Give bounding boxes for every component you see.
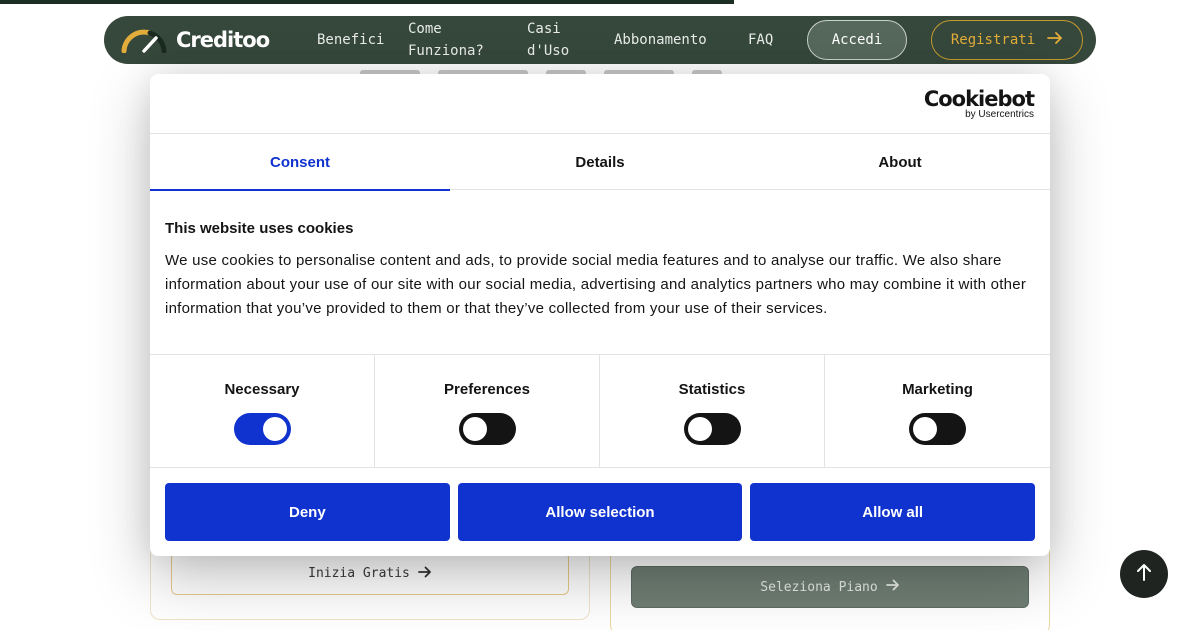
start-free-label: Inizia Gratis [308,566,410,581]
nav-benefici[interactable]: Benefici [317,16,384,64]
login-button-label: Accedi [831,32,883,48]
cookie-dialog-title: This website uses cookies [165,220,354,237]
deny-button[interactable]: Deny [165,483,450,541]
cookie-dialog-header: Cookiebot by Usercentrics [150,74,1050,134]
tab-details[interactable]: Details [450,134,750,190]
consent-level-label: Statistics [678,381,746,398]
consent-level-selector: Necessary Preferences Statistics Marketi… [150,354,1050,468]
allow-selection-button[interactable]: Allow selection [457,483,743,541]
consent-level-label: Necessary [224,381,300,398]
select-plan-button[interactable]: Seleziona Piano [631,566,1029,608]
toggle-knob [262,417,287,441]
consent-level-label: Marketing [902,381,973,398]
cookie-dialog-description: We use cookies to personalise content an… [165,252,1027,317]
arrow-up-icon [1136,563,1152,586]
consent-level-preferences: Preferences [375,355,600,468]
nav-abbonamento[interactable]: Abbonamento [614,16,707,64]
tab-consent[interactable]: Consent [150,134,450,191]
consent-level-statistics: Statistics [600,355,825,468]
arrow-right-icon [417,566,432,582]
cookiebot-logo-text: Cookiebot [923,87,1035,111]
register-button[interactable]: Registrati [931,20,1083,60]
brand-logo[interactable]: Creditoo [120,16,270,64]
cookiebot-logo: Cookiebot by Usercentrics [923,87,1035,120]
preferences-toggle[interactable] [458,413,516,445]
toggle-knob [913,417,937,441]
consent-level-marketing: Marketing [825,355,1050,468]
marketing-toggle[interactable] [909,413,966,445]
consent-level-necessary: Necessary [150,355,375,468]
statistics-toggle[interactable] [683,413,741,445]
cookie-dialog-actions: Deny Allow selection Allow all [165,483,1036,541]
tab-about[interactable]: About [750,134,1050,190]
nav-come-funziona[interactable]: Come Funziona? [408,16,500,64]
brand-name: Creditoo [176,28,270,52]
login-button[interactable]: Accedi [807,20,907,60]
register-button-label: Registrati [950,32,1036,48]
toggle-knob [462,417,487,441]
main-navbar: Creditoo Benefici Come Funziona? Casi d'… [104,16,1096,64]
page-progress-bar [0,0,734,4]
start-free-button[interactable]: Inizia Gratis [171,552,569,595]
nav-faq[interactable]: FAQ [748,16,773,64]
scroll-to-top-button[interactable] [1120,550,1168,598]
cookie-consent-dialog: Cookiebot by Usercentrics Consent Detail… [150,74,1050,556]
necessary-toggle[interactable] [233,413,291,445]
consent-level-label: Preferences [444,381,530,398]
toggle-knob [687,417,712,441]
nav-casi-uso[interactable]: Casi d'Uso [527,16,587,64]
cookie-dialog-tabs: Consent Details About [150,134,1050,191]
arrow-right-icon [885,579,900,595]
allow-all-button[interactable]: Allow all [750,483,1036,541]
arrow-right-icon [1047,32,1063,48]
select-plan-label: Seleziona Piano [760,579,878,595]
cookiebot-logo-subtext: by Usercentrics [965,109,1034,120]
cookie-dialog-body: This website uses cookies We use cookies… [165,220,1040,321]
gauge-logo-icon [120,27,168,54]
